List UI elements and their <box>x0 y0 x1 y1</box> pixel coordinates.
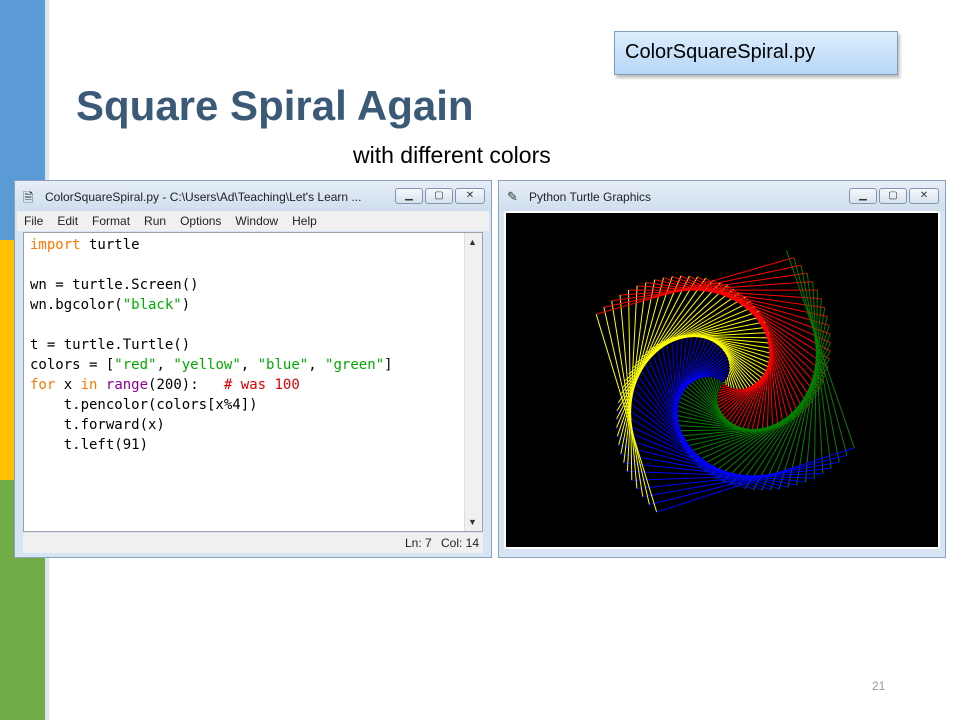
spiral-segment <box>596 257 795 315</box>
spiral-segment <box>734 370 767 426</box>
menu-format[interactable]: Format <box>85 211 137 231</box>
file-name-badge: ColorSquareSpiral.py <box>614 31 898 75</box>
status-column: Col: 14 <box>441 536 480 550</box>
spiral-segment <box>720 385 729 389</box>
turtle-maximize-button[interactable]: ▢ <box>879 188 907 204</box>
spiral-segment <box>726 377 730 387</box>
maximize-button[interactable]: ▢ <box>425 188 453 204</box>
menu-options[interactable]: Options <box>173 211 228 231</box>
code-text: import turtle wn = turtle.Screen() wn.bgc… <box>24 233 482 455</box>
status-bar: Ln: 7 Col: 14 <box>23 533 483 553</box>
spiral-segment <box>642 461 840 498</box>
menu-window[interactable]: Window <box>228 211 285 231</box>
close-icon: ✕ <box>919 190 929 201</box>
minimize-icon: ▁ <box>859 190 867 201</box>
code-line: wn.bgcolor("black") <box>30 297 191 313</box>
python-file-icon: 🗎 <box>23 190 34 205</box>
code-line: t.forward(x) <box>30 417 165 433</box>
code-line: for x in range(200): # was 100 <box>30 377 300 393</box>
turtle-window-title: Python Turtle Graphics <box>529 190 652 204</box>
minimize-icon: ▁ <box>405 190 413 201</box>
code-line: wn = turtle.Screen() <box>30 277 199 293</box>
close-button[interactable]: ✕ <box>455 188 485 204</box>
spiral-segment <box>719 379 726 381</box>
turtle-close-button[interactable]: ✕ <box>909 188 939 204</box>
code-editor[interactable]: import turtle wn = turtle.Screen() wn.bgc… <box>23 232 483 532</box>
spiral-segment <box>595 314 658 513</box>
spiral-segment <box>719 380 721 388</box>
spiral-segment <box>656 447 855 513</box>
spiral-segment <box>800 265 840 463</box>
spiral-segment <box>617 402 746 490</box>
turtle-minimize-button[interactable]: ▁ <box>849 188 877 204</box>
scroll-up-icon[interactable]: ▲ <box>468 237 477 247</box>
turtle-canvas <box>504 211 940 549</box>
spiral-segment <box>611 272 808 302</box>
spiral-segment <box>649 454 848 506</box>
scroll-down-icon[interactable]: ▼ <box>468 517 477 527</box>
menu-file[interactable]: File <box>17 211 50 231</box>
close-icon: ✕ <box>465 190 475 201</box>
page-number: 21 <box>872 679 886 693</box>
menu-bar: File Edit Format Run Options Window Help <box>17 211 489 231</box>
maximize-icon: ▢ <box>434 190 444 201</box>
minimize-button[interactable]: ▁ <box>395 188 423 204</box>
idle-window-title: ColorSquareSpiral.py - C:\Users\Ad\Teach… <box>45 190 362 204</box>
turtle-titlebar[interactable]: ✎ Python Turtle Graphics ▁ ▢ ✕ <box>499 181 945 211</box>
code-line: colors = ["red", "yellow", "blue", "gree… <box>30 357 393 373</box>
code-line: t.pencolor(colors[x%4]) <box>30 397 258 413</box>
code-line: t = turtle.Turtle() <box>30 337 191 353</box>
maximize-icon: ▢ <box>888 190 898 201</box>
slide-subtitle: with different colors <box>353 142 551 168</box>
code-line: import turtle <box>30 237 140 253</box>
menu-edit[interactable]: Edit <box>50 211 85 231</box>
feather-icon: ✎ <box>507 189 518 204</box>
menu-help[interactable]: Help <box>285 211 324 231</box>
menu-run[interactable]: Run <box>137 211 173 231</box>
spiral-segment <box>716 376 728 380</box>
spiral-segment <box>681 392 736 426</box>
spiral-drawing <box>595 250 855 513</box>
turtle-graphics-window: ✎ Python Turtle Graphics ▁ ▢ ✕ <box>498 180 946 558</box>
spiral-segment <box>710 339 767 372</box>
idle-titlebar[interactable]: 🗎 ColorSquareSpiral.py - C:\Users\Ad\Tea… <box>15 181 491 211</box>
spiral-segment <box>785 250 855 449</box>
code-line: t.left(91) <box>30 437 149 453</box>
vertical-scrollbar[interactable]: ▲ ▼ <box>464 233 482 531</box>
status-line: Ln: 7 <box>405 536 432 550</box>
idle-editor-window: 🗎 ColorSquareSpiral.py - C:\Users\Ad\Tea… <box>14 180 492 558</box>
spiral-segment <box>603 264 802 308</box>
spiral-segment <box>617 277 707 404</box>
slide-title: Square Spiral Again <box>76 82 474 129</box>
